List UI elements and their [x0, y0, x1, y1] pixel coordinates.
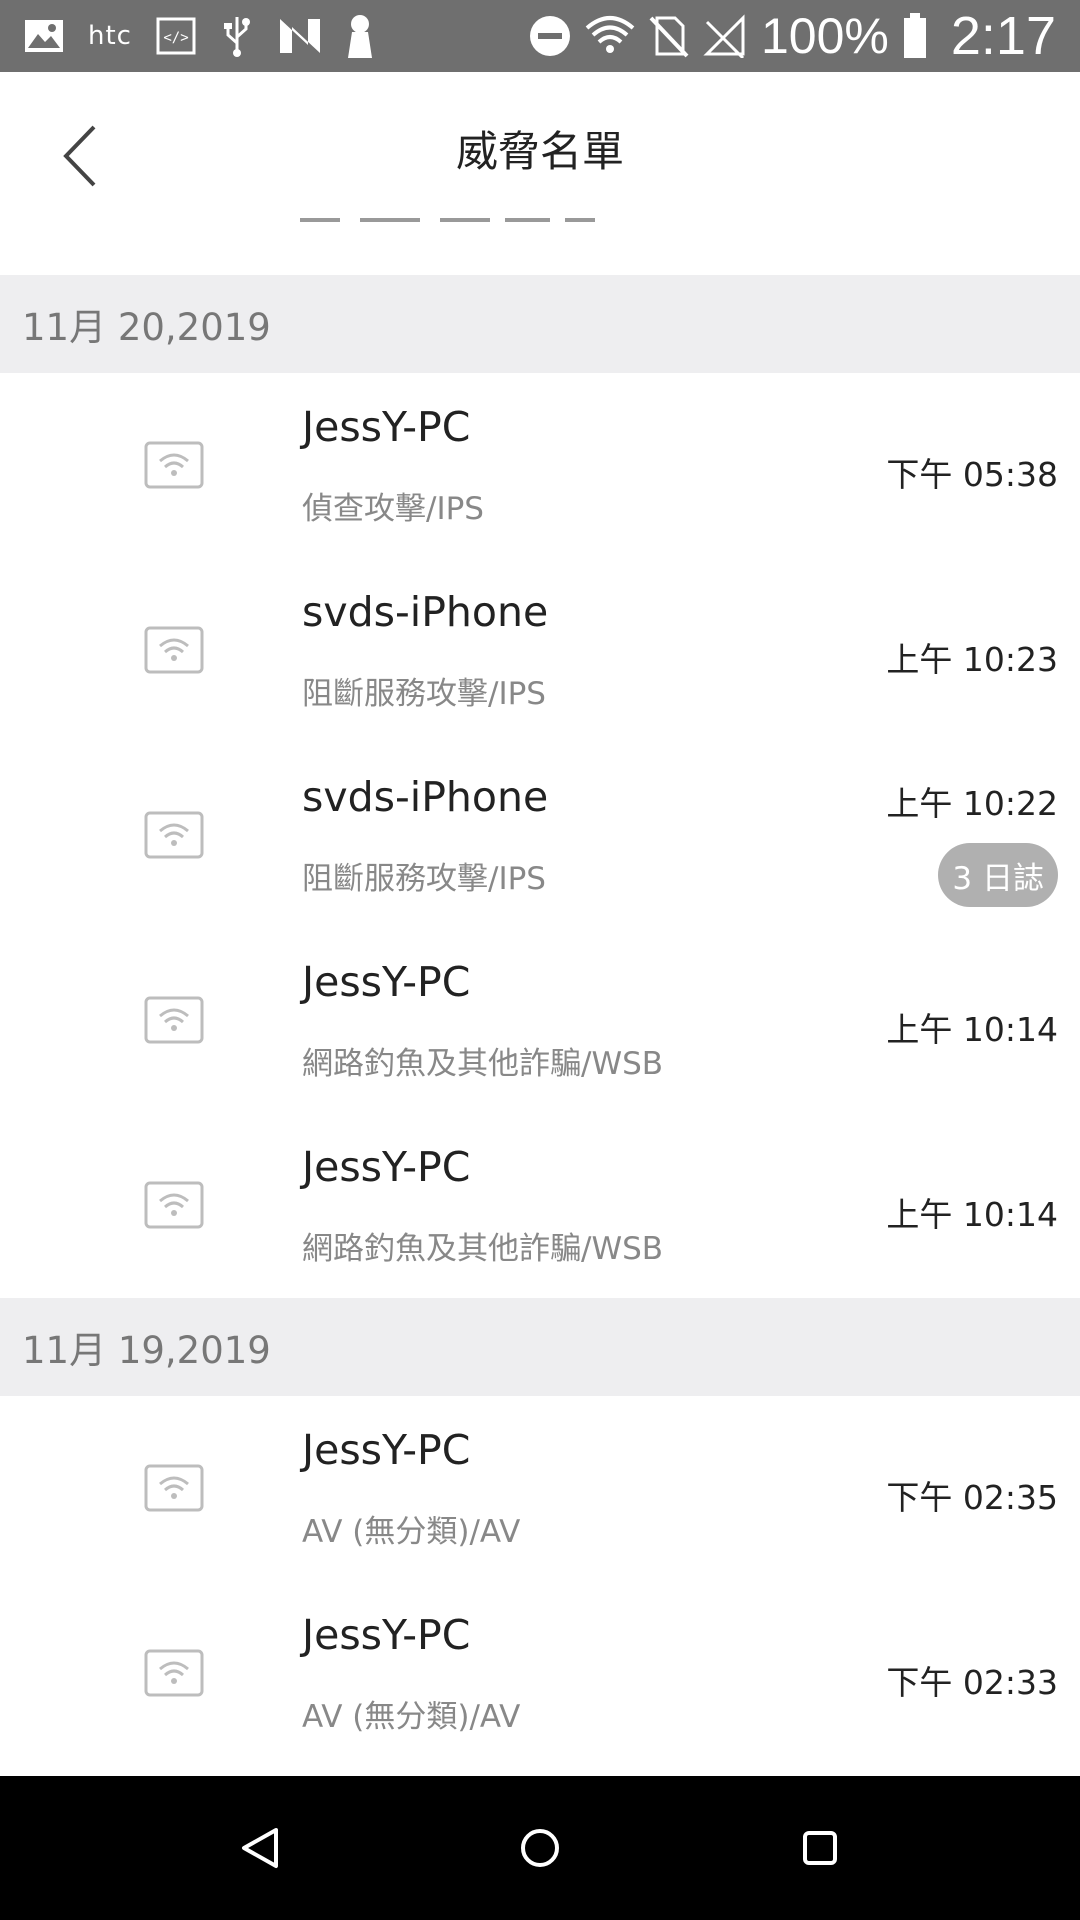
date-section-header: 11月 19,2019	[0, 1298, 1080, 1396]
wifi-device-icon	[144, 626, 204, 674]
wifi-device-icon	[144, 441, 204, 489]
battery-percent: 100%	[761, 8, 889, 64]
list-item[interactable]: JessY-PC AV (無分類)/AV 下午 02:33	[0, 1581, 1080, 1766]
htc-logo: htc	[88, 21, 132, 51]
device-name: svds-iPhone	[302, 773, 549, 821]
event-time: 上午 10:23	[886, 640, 1058, 679]
event-time: 下午 05:38	[886, 455, 1058, 494]
wifi-device-icon	[144, 1181, 204, 1229]
signal-icon	[703, 14, 747, 58]
no-sim-icon	[649, 14, 689, 58]
threat-type: 網路釣魚及其他詐騙/WSB	[302, 1046, 664, 1082]
wifi-device-icon	[144, 1464, 204, 1512]
wifi-device-icon	[144, 1649, 204, 1697]
clock-time: 2:17	[950, 6, 1056, 66]
list-item[interactable]: JessY-PC AV (無分類)/AV 下午 02:35	[0, 1396, 1080, 1581]
page-title: 威脅名單	[455, 127, 624, 176]
wifi-device-icon	[144, 811, 204, 859]
nfc-icon	[278, 17, 322, 55]
nav-recents-button[interactable]	[788, 1816, 852, 1880]
svg-text:</>: </>	[163, 30, 188, 46]
event-time: 上午 10:14	[886, 1195, 1058, 1234]
list-item[interactable]: JessY-PC 偵查攻擊/IPS 下午 05:38	[0, 373, 1080, 558]
image-icon	[24, 19, 64, 53]
list-item[interactable]: svds-iPhone 阻斷服務攻擊/IPS 上午 10:22 3 日誌	[0, 743, 1080, 928]
threat-type: 網路釣魚及其他詐騙/WSB	[302, 1231, 664, 1267]
wifi-device-icon	[144, 996, 204, 1044]
nav-home-button[interactable]	[508, 1816, 572, 1880]
code-icon: </>	[156, 17, 196, 55]
event-time: 上午 10:14	[886, 1010, 1058, 1049]
event-time: 下午 02:35	[886, 1478, 1058, 1517]
event-time: 下午 02:33	[886, 1663, 1058, 1702]
log-count-badge[interactable]: 3 日誌	[938, 843, 1058, 907]
keyhole-icon	[346, 14, 374, 58]
scrolled-text-fragment	[290, 215, 610, 229]
list-item[interactable]: JessY-PC 網路釣魚及其他詐騙/WSB 上午 10:14	[0, 928, 1080, 1113]
threat-type: 阻斷服務攻擊/IPS	[302, 861, 546, 897]
device-name: JessY-PC	[302, 1426, 471, 1474]
back-triangle-icon	[242, 1828, 278, 1868]
home-circle-icon	[521, 1829, 559, 1867]
device-name: JessY-PC	[302, 1611, 471, 1659]
status-bar: htc </> 100% 2:17	[0, 0, 1080, 72]
battery-icon	[903, 13, 927, 59]
device-name: svds-iPhone	[302, 588, 549, 636]
list-item[interactable]: JessY-PC 網路釣魚及其他詐騙/WSB 上午 10:14	[0, 1113, 1080, 1298]
threat-type: 偵查攻擊/IPS	[302, 491, 484, 527]
event-time: 上午 10:22	[886, 784, 1058, 823]
list-item[interactable]: svds-iPhone 阻斷服務攻擊/IPS 上午 10:23	[0, 558, 1080, 743]
device-name: JessY-PC	[302, 1143, 471, 1191]
wifi-icon	[585, 14, 635, 58]
threat-type: AV (無分類)/AV	[302, 1699, 521, 1735]
threat-type: 阻斷服務攻擊/IPS	[302, 676, 546, 712]
system-nav-bar	[0, 1776, 1080, 1920]
app-header: 威脅名單	[0, 72, 1080, 228]
device-name: JessY-PC	[302, 958, 471, 1006]
threat-type: AV (無分類)/AV	[302, 1514, 521, 1550]
nav-back-button[interactable]	[228, 1816, 292, 1880]
threat-list[interactable]: 11月 20,2019 JessY-PC 偵查攻擊/IPS 下午 05:38 s…	[0, 275, 1080, 1766]
device-name: JessY-PC	[302, 403, 471, 451]
dnd-icon	[529, 15, 571, 57]
date-section-header: 11月 20,2019	[0, 275, 1080, 373]
usb-icon	[220, 15, 254, 57]
recents-square-icon	[803, 1831, 837, 1865]
